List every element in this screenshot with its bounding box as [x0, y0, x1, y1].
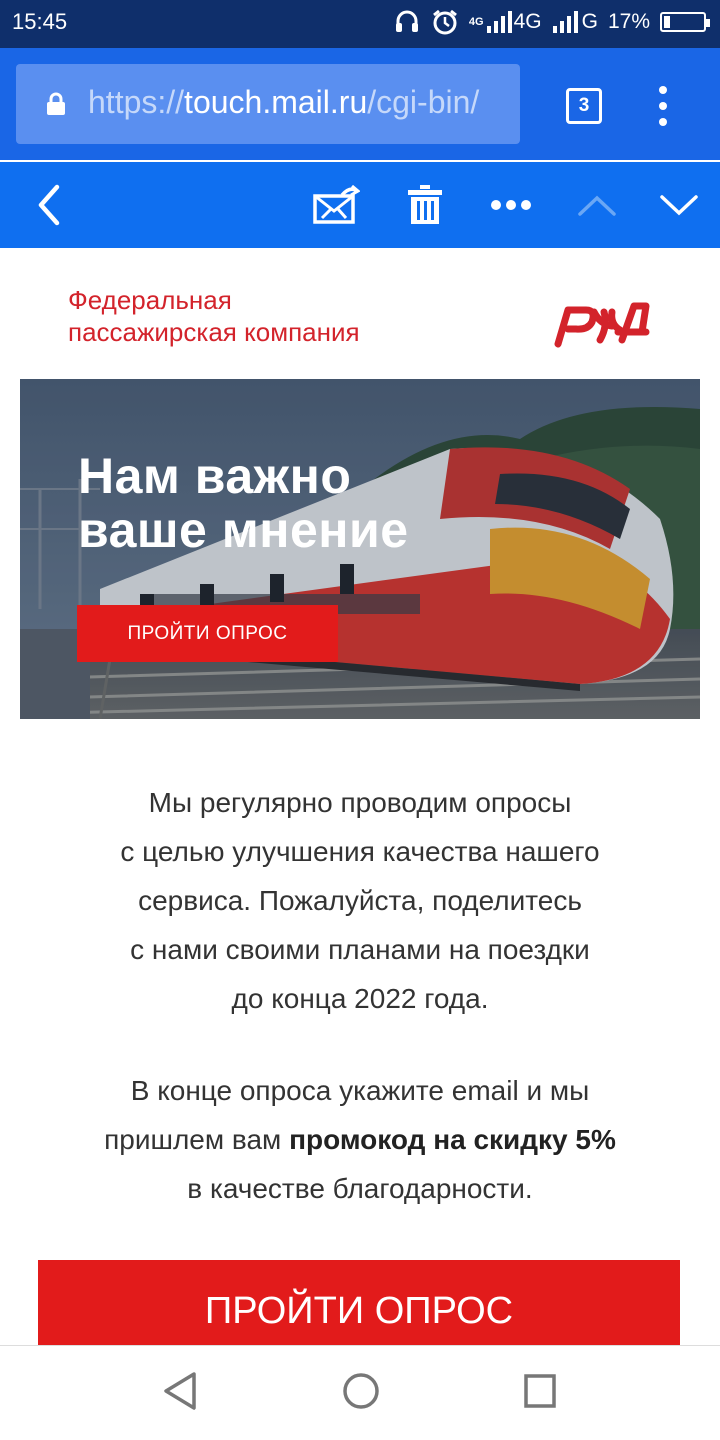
tabs-button[interactable]: 3: [566, 88, 602, 124]
company-name-line-2: пассажирская компания: [68, 317, 360, 347]
company-name: Федеральная пассажирская компания: [68, 284, 360, 348]
intro-paragraph: Мы регулярно проводим опросы с целью улу…: [40, 778, 680, 1023]
signal-icon: [552, 11, 578, 33]
intro-line: Мы регулярно проводим опросы: [148, 787, 572, 818]
promo-line: в качестве благодарности.: [187, 1173, 533, 1204]
status-icons: 4G 4G G 17%: [393, 8, 710, 36]
intro-line: до конца 2022 года.: [231, 983, 489, 1014]
status-time: 15:45: [12, 9, 68, 34]
nav-recents-icon[interactable]: [522, 1370, 558, 1412]
status-bar: 15:45 4G 4G G 17%: [0, 0, 720, 48]
more-button[interactable]: [486, 162, 536, 248]
network-type-1-label: 4G: [513, 10, 542, 33]
system-nav-bar: [0, 1345, 720, 1440]
company-name-line-1: Федеральная: [68, 285, 232, 315]
survey-banner[interactable]: Нам важно ваше мнение ПРОЙТИ ОПРОС: [20, 379, 700, 719]
intro-line: сервиса. Пожалуйста, поделитесь: [138, 885, 582, 916]
back-icon: [38, 184, 60, 226]
browser-bar: https://touch.mail.ru/cgi-bin/ 3: [0, 48, 720, 160]
promo-line-prefix: пришлем вам: [104, 1124, 290, 1155]
back-button[interactable]: [24, 162, 74, 248]
email-body: Федеральная пассажирская компания Нам ва…: [0, 248, 720, 1345]
url-path: /cgi-bin/: [367, 84, 480, 120]
url-host: touch.mail.ru: [184, 84, 368, 120]
banner-title-line-1: Нам важно: [78, 448, 352, 504]
spam-button[interactable]: [308, 162, 364, 248]
intro-line: с целью улучшения качества нашего: [120, 836, 600, 867]
browser-menu-icon[interactable]: [648, 86, 678, 126]
chevron-down-icon: [660, 195, 698, 216]
more-icon: [491, 200, 531, 210]
chevron-up-icon: [578, 195, 616, 216]
banner-title-line-2: ваше мнение: [78, 502, 409, 558]
alarm-icon: [432, 9, 457, 35]
banner-survey-button[interactable]: ПРОЙТИ ОПРОС: [77, 605, 338, 662]
nav-back-icon[interactable]: [162, 1370, 198, 1412]
banner-title: Нам важно ваше мнение: [78, 449, 409, 557]
network-type-2: G: [581, 10, 598, 33]
promo-line: пришлем вам промокод на скидку 5%: [40, 1115, 680, 1164]
delete-button[interactable]: [400, 162, 450, 248]
take-survey-button[interactable]: ПРОЙТИ ОПРОС: [38, 1260, 680, 1345]
battery-percent: 17%: [607, 10, 650, 33]
url-text: https://touch.mail.ru/cgi-bin/: [88, 84, 520, 121]
trash-icon: [408, 185, 442, 224]
nav-home-icon[interactable]: [341, 1370, 381, 1412]
address-bar[interactable]: https://touch.mail.ru/cgi-bin/: [16, 64, 520, 144]
promo-code-highlight: промокод на скидку 5%: [289, 1124, 616, 1155]
url-scheme: https://: [88, 84, 185, 120]
next-email-button[interactable]: [656, 162, 702, 248]
headset-icon: [395, 10, 418, 32]
move-to-spam-icon: [313, 185, 360, 224]
rzd-logo: [554, 302, 650, 348]
intro-line: с нами своими планами на поездки: [130, 934, 590, 965]
battery-icon: [660, 12, 710, 32]
lock-icon: [47, 92, 65, 115]
network-type-1: 4G: [468, 15, 484, 28]
previous-email-button[interactable]: [574, 162, 620, 248]
mail-toolbar: [0, 162, 720, 248]
promo-line: В конце опроса укажите email и мы: [130, 1075, 590, 1106]
signal-icon: [486, 11, 512, 33]
battery-level: [664, 16, 670, 28]
promo-paragraph: В конце опроса укажите email и мы пришле…: [40, 1066, 680, 1213]
